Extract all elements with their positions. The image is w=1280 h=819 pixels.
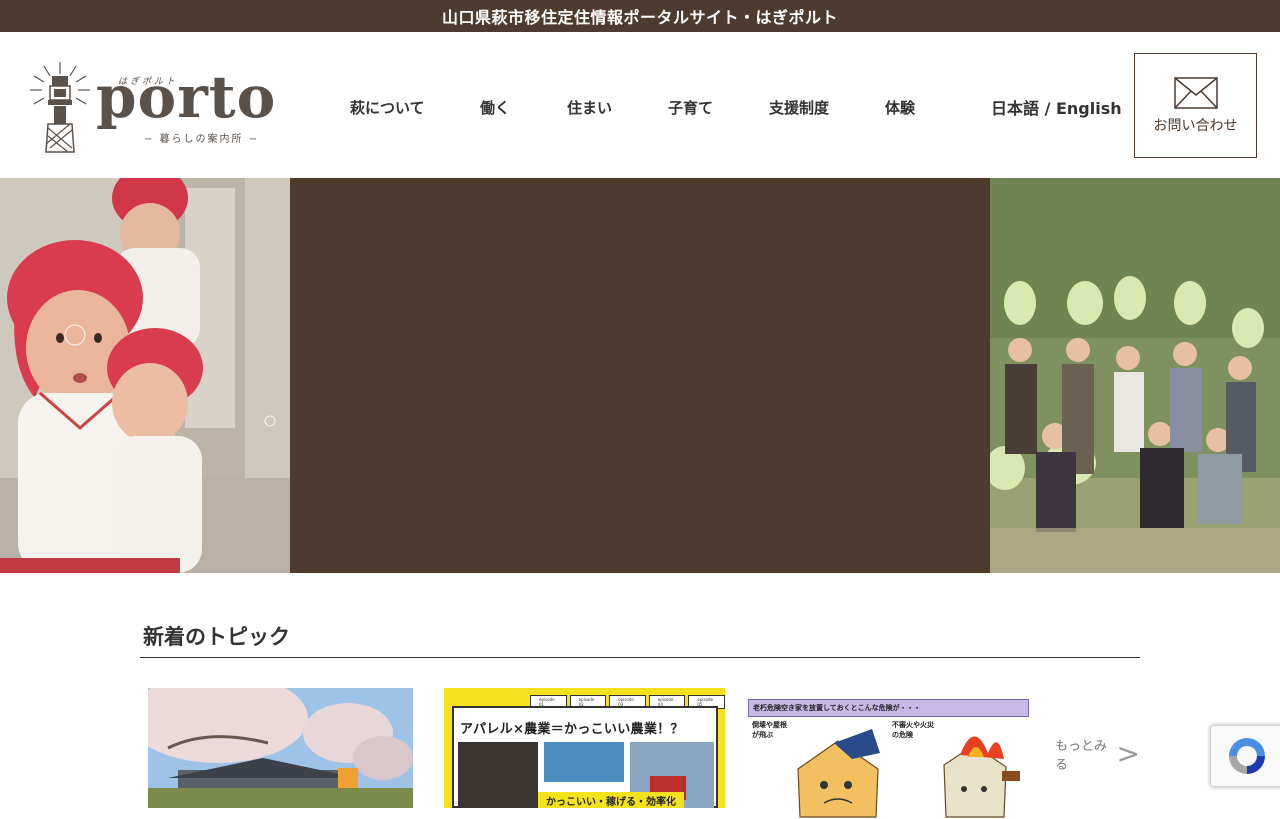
logo-subtitle: − 暮らしの案内所 −: [144, 134, 260, 145]
topics-divider: [140, 657, 1140, 658]
site-tagline: 山口県萩市移住定住情報ポータルサイト・はぎポルト: [441, 8, 838, 27]
banner-caption: かっこいい・稼げる・効率化: [538, 792, 684, 808]
topics-heading: 新着のトピック: [143, 625, 290, 649]
illustration-headline: 老朽危険空き家を放置しておくとこんな危険が・・・: [753, 704, 921, 712]
banner-headline: アパレル×農業＝かっこいい農業！？: [460, 722, 684, 737]
nav-item-childcare[interactable]: 子育て: [668, 97, 713, 118]
more-topics-link[interactable]: もっとみる >: [1055, 735, 1140, 773]
topic-card-vacant-house[interactable]: 老朽危険空き家を放置しておくとこんな危険が・・・ 倒壊や屋根が飛ぶ 不審火や火災…: [748, 699, 1029, 819]
topic-card-cherry-blossom[interactable]: [148, 688, 413, 808]
contact-button[interactable]: お問い合わせ: [1134, 53, 1257, 158]
nav-item-experience[interactable]: 体験: [885, 97, 915, 118]
language-switch[interactable]: 日本語 / English: [991, 95, 1122, 119]
site-tagline-bar: 山口県萩市移住定住情報ポータルサイト・はぎポルト: [0, 0, 1280, 32]
recaptcha-badge[interactable]: [1210, 725, 1280, 787]
nav-item-support[interactable]: 支援制度: [769, 97, 829, 118]
envelope-icon: [1173, 76, 1218, 109]
more-topics-label: もっとみる: [1055, 739, 1108, 773]
nav-item-about-hagi[interactable]: 萩について: [350, 97, 425, 118]
nav-item-housing[interactable]: 住まい: [567, 97, 612, 118]
contact-label: お問い合わせ: [1153, 117, 1238, 134]
site-header: はぎポルト porto − 暮らしの案内所 − 萩について 働く 住まい 子育て…: [0, 32, 1280, 178]
topics-section: 新着のトピック episode 01 episode 02 episode 03…: [140, 573, 1140, 819]
cherry-blossom-house-photo: [148, 688, 413, 808]
vacant-house-danger-illustration: 老朽危険空き家を放置しておくとこんな危険が・・・ 倒壊や屋根が飛ぶ 不審火や火災…: [748, 699, 1029, 819]
hero-photo-farmers: [990, 178, 1280, 573]
recaptcha-icon: [1229, 738, 1265, 774]
topic-card-apparel-agriculture[interactable]: episode 01 episode 02 episode 03 episode…: [444, 688, 725, 808]
nav-item-work[interactable]: 働く: [480, 97, 510, 118]
chevron-right-icon: >: [1116, 737, 1140, 770]
apparel-agriculture-banner: episode 01 episode 02 episode 03 episode…: [444, 688, 725, 808]
hero-carousel: [0, 178, 1280, 573]
hero-photo-children: [0, 178, 290, 573]
